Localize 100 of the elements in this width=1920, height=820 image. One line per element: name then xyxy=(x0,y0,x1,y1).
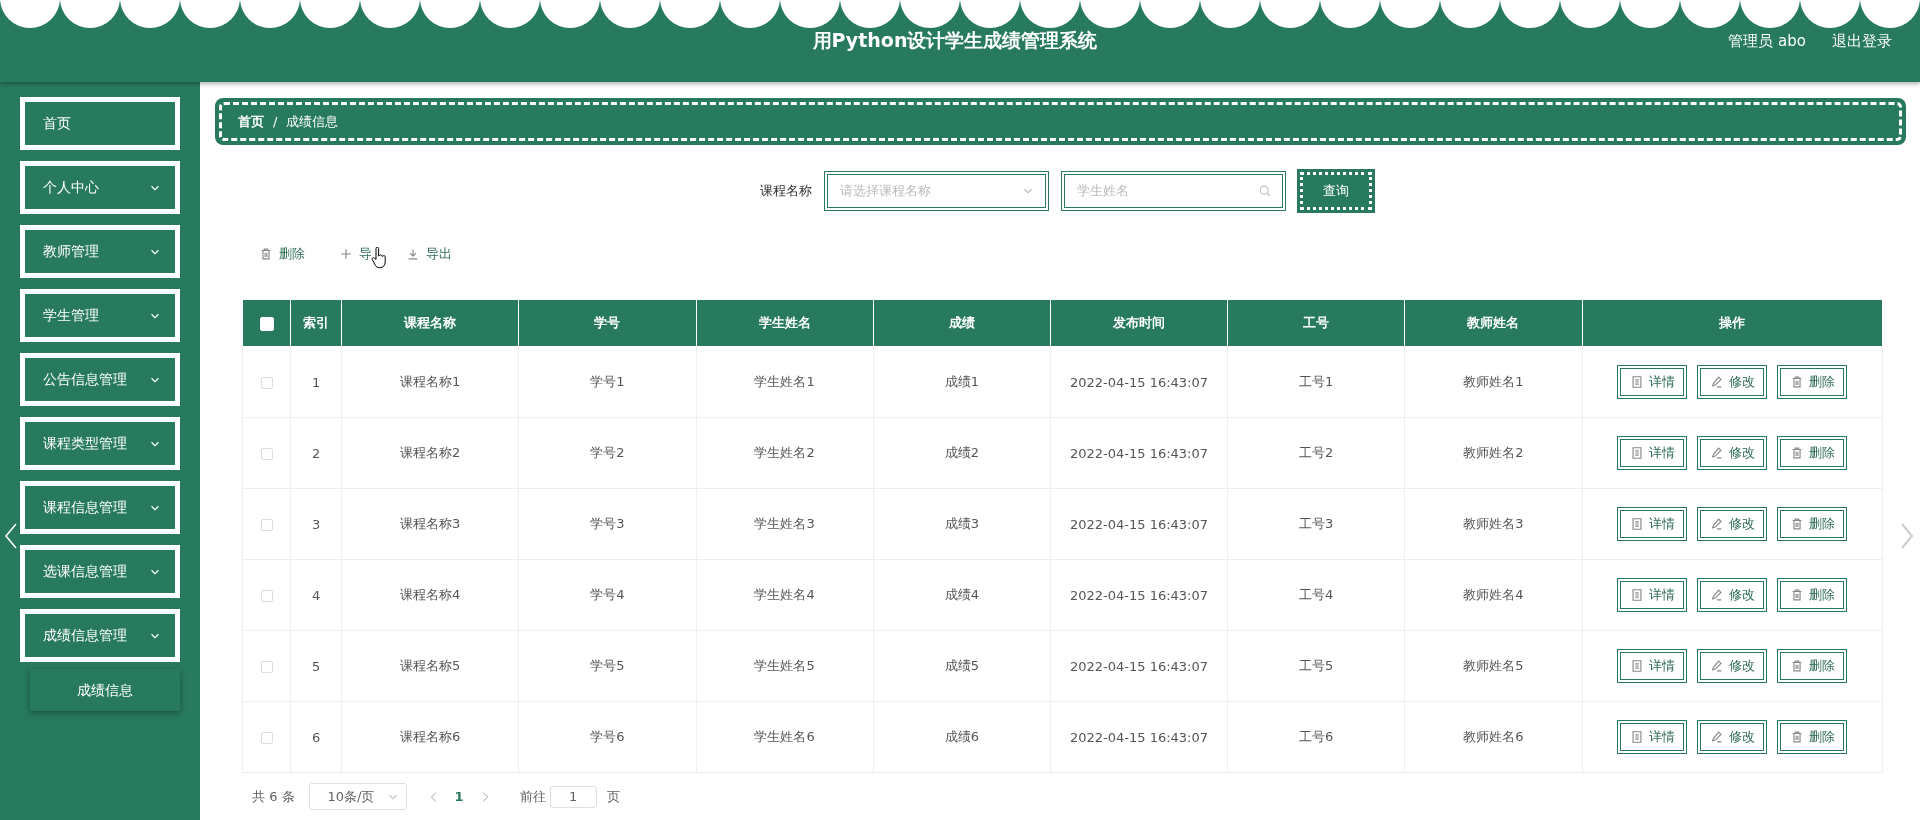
select-all-checkbox[interactable] xyxy=(259,316,274,331)
breadcrumb-separator: / xyxy=(273,114,278,129)
detail-button[interactable]: 详情 xyxy=(1617,365,1688,399)
export-button[interactable]: 导出 xyxy=(406,245,452,263)
column-header: 发布时间 xyxy=(1113,315,1165,330)
table-cell: 工号3 xyxy=(1299,516,1334,531)
document-icon xyxy=(1629,588,1644,602)
table-cell: 教师姓名5 xyxy=(1463,658,1524,673)
table-cell: 工号2 xyxy=(1299,445,1334,460)
column-header: 成绩 xyxy=(948,315,975,330)
menu-item[interactable]: 成绩信息管理 xyxy=(20,609,180,662)
row-checkbox[interactable] xyxy=(260,519,273,531)
row-checkbox[interactable] xyxy=(260,377,273,389)
table-cell: 2022-04-15 16:43:07 xyxy=(1069,658,1209,674)
delete-button[interactable]: 删除 xyxy=(1777,578,1848,612)
column-header: 工号 xyxy=(1303,315,1330,330)
table-cell: 工号4 xyxy=(1299,587,1334,602)
delete-button[interactable]: 删除 xyxy=(1777,720,1848,754)
table-cell: 4 xyxy=(311,587,321,603)
menu-item[interactable]: 首页 xyxy=(20,97,180,150)
document-icon xyxy=(1629,517,1644,531)
breadcrumb-item: 成绩信息 xyxy=(286,112,339,131)
table-cell: 成绩3 xyxy=(944,516,979,531)
edit-button[interactable]: 修改 xyxy=(1697,578,1768,612)
table-cell: 学生姓名4 xyxy=(754,587,815,602)
document-icon xyxy=(1629,446,1644,460)
table-cell: 学号4 xyxy=(590,587,625,602)
table-cell: 教师姓名2 xyxy=(1463,445,1524,460)
table-cell: 成绩2 xyxy=(944,445,979,460)
logout-link[interactable]: 退出登录 xyxy=(1832,32,1892,51)
edit-button[interactable]: 修改 xyxy=(1697,649,1768,683)
delete-button[interactable]: 删除 xyxy=(1777,649,1848,683)
table-cell: 学号2 xyxy=(590,445,625,460)
table-cell: 课程名称3 xyxy=(400,516,461,531)
table-cell: 学号6 xyxy=(590,729,625,744)
table-cell: 6 xyxy=(311,729,321,745)
edit-button[interactable]: 修改 xyxy=(1697,507,1768,541)
table-cell: 工号5 xyxy=(1299,658,1334,673)
page-number[interactable]: 1 xyxy=(454,789,464,804)
edit-button[interactable]: 修改 xyxy=(1697,436,1768,470)
download-icon xyxy=(406,247,420,261)
column-header: 教师姓名 xyxy=(1467,315,1520,330)
detail-button[interactable]: 详情 xyxy=(1617,578,1688,612)
delete-button[interactable]: 删除 xyxy=(1777,436,1848,470)
table-cell: 2022-04-15 16:43:07 xyxy=(1069,587,1209,603)
trash-icon xyxy=(259,247,273,261)
breadcrumb-item[interactable]: 首页 xyxy=(238,112,264,131)
table-cell: 教师姓名4 xyxy=(1463,587,1524,602)
delete-button[interactable]: 删除 xyxy=(1777,365,1848,399)
delete-button[interactable]: 删除 xyxy=(259,245,305,263)
page-size-select[interactable]: 10条/页 xyxy=(308,783,407,810)
row-checkbox[interactable] xyxy=(260,448,273,460)
menu-item[interactable]: 选课信息管理 xyxy=(20,545,180,598)
table-cell: 课程名称4 xyxy=(400,587,461,602)
menu-item[interactable]: 教师管理 xyxy=(20,225,180,278)
table-cell: 2 xyxy=(311,445,321,461)
table-cell: 课程名称1 xyxy=(400,374,461,389)
table-cell: 学号1 xyxy=(590,374,625,389)
edit-button[interactable]: 修改 xyxy=(1697,720,1768,754)
table-cell: 1 xyxy=(311,374,321,390)
pencil-icon xyxy=(1709,588,1724,602)
detail-button[interactable]: 详情 xyxy=(1617,436,1688,470)
menu-item[interactable]: 课程类型管理 xyxy=(20,417,180,470)
row-checkbox[interactable] xyxy=(260,661,273,673)
detail-button[interactable]: 详情 xyxy=(1617,720,1688,754)
menu-item[interactable]: 公告信息管理 xyxy=(20,353,180,406)
edit-button[interactable]: 修改 xyxy=(1697,365,1768,399)
document-icon xyxy=(1629,730,1644,744)
table-cell: 教师姓名6 xyxy=(1463,729,1524,744)
table-cell: 工号6 xyxy=(1299,729,1334,744)
hand-cursor-icon xyxy=(371,247,387,269)
pencil-icon xyxy=(1709,659,1724,673)
document-icon xyxy=(1629,659,1644,673)
delete-button[interactable]: 删除 xyxy=(1777,507,1848,541)
menu-item[interactable]: 课程信息管理 xyxy=(20,481,180,534)
column-header: 索引 xyxy=(303,315,330,330)
query-button[interactable]: 查询 xyxy=(1299,172,1372,210)
total-count: 共 6 条 xyxy=(252,787,295,806)
user-name: 管理员 abo xyxy=(1728,32,1806,51)
table-cell: 教师姓名1 xyxy=(1463,374,1524,389)
table-cell: 2022-04-15 16:43:07 xyxy=(1069,445,1209,461)
submenu-item[interactable]: 成绩信息 xyxy=(30,669,180,711)
goto-label: 前往 xyxy=(519,787,546,806)
page-input[interactable]: 1 xyxy=(549,785,597,808)
menu-item[interactable]: 学生管理 xyxy=(20,289,180,342)
pencil-icon xyxy=(1709,446,1724,460)
table-cell: 2022-04-15 16:43:07 xyxy=(1069,374,1209,390)
import-button[interactable]: 导 xyxy=(339,245,372,263)
detail-button[interactable]: 详情 xyxy=(1617,507,1688,541)
menu-item[interactable]: 个人中心 xyxy=(20,161,180,214)
table-cell: 工号1 xyxy=(1299,374,1334,389)
column-header: 课程名称 xyxy=(404,315,457,330)
document-icon xyxy=(1629,375,1644,389)
pencil-icon xyxy=(1709,517,1724,531)
detail-button[interactable]: 详情 xyxy=(1617,649,1688,683)
row-checkbox[interactable] xyxy=(260,590,273,602)
column-header: 学生姓名 xyxy=(758,315,811,330)
table-cell: 课程名称2 xyxy=(400,445,461,460)
pencil-icon xyxy=(1709,375,1724,389)
row-checkbox[interactable] xyxy=(260,732,273,744)
